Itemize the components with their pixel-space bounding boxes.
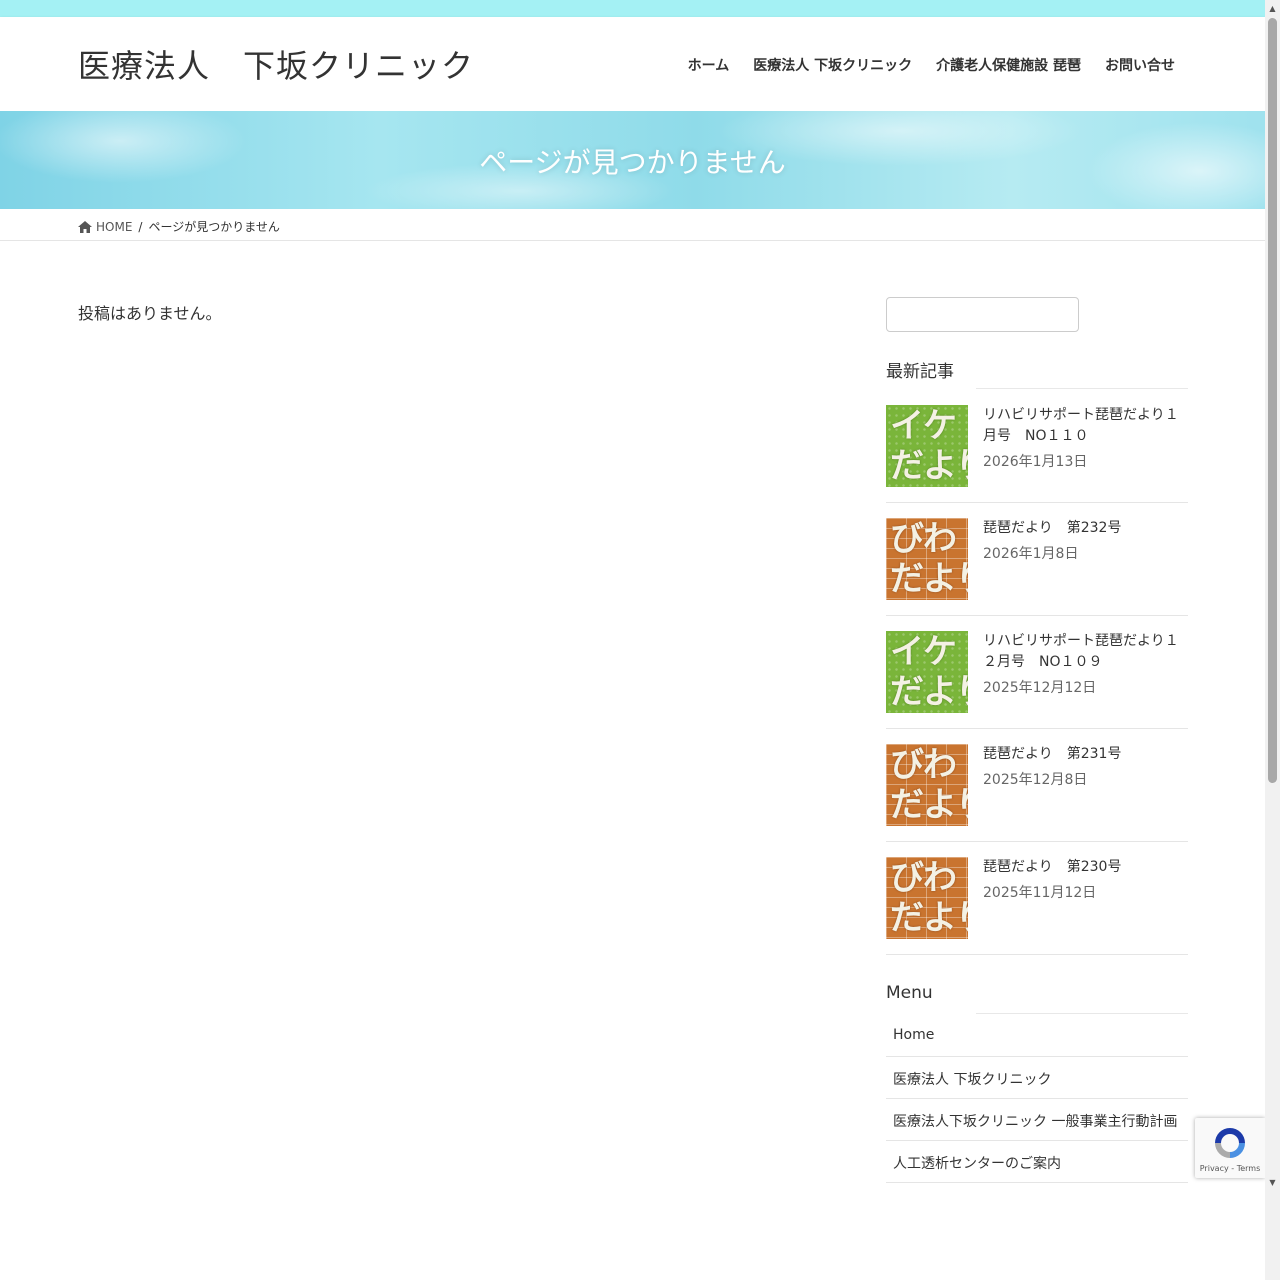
recent-post-item[interactable]: びわ だより 琵琶だより 第232号 2026年1月8日 xyxy=(886,502,1188,616)
recent-post-item[interactable]: イケ だより リハビリサポート琵琶だより１２月号 NO１０９ 2025年12月1… xyxy=(886,615,1188,729)
home-icon xyxy=(78,220,92,233)
post-title-link[interactable]: リハビリサポート琵琶だより１月号 NO１１０ xyxy=(983,405,1188,447)
scroll-up-arrow-icon[interactable]: ▲ xyxy=(1268,3,1277,15)
recent-post-item[interactable]: びわ だより 琵琶だより 第230号 2025年11月12日 xyxy=(886,841,1188,955)
post-title-link[interactable]: 琵琶だより 第232号 xyxy=(983,518,1188,539)
nav-item-contact[interactable]: お問い合せ xyxy=(1105,55,1175,75)
thumbnail-text: だより xyxy=(890,898,968,938)
post-thumbnail[interactable]: びわ だより xyxy=(886,857,968,939)
top-accent-bar xyxy=(0,0,1265,17)
recent-post-item[interactable]: イケ だより リハビリサポート琵琶だより１月号 NO１１０ 2026年1月13日 xyxy=(886,389,1188,503)
recent-posts-title: 最新記事 xyxy=(886,362,954,382)
post-thumbnail[interactable]: イケ だより xyxy=(886,405,968,487)
sidebar-menu-item-action-plan[interactable]: 医療法人下坂クリニック 一般事業主行動計画 xyxy=(886,1098,1188,1141)
page-scrollbar[interactable]: ▲ ▼ xyxy=(1265,0,1280,1280)
breadcrumb-home-link[interactable]: HOME xyxy=(78,220,132,234)
post-title-link[interactable]: リハビリサポート琵琶だより１２月号 NO１０９ xyxy=(983,631,1188,673)
site-title[interactable]: 医療法人 下坂クリニック xyxy=(78,41,474,87)
page-header-banner: ページが見つかりません xyxy=(0,111,1265,209)
site-header: 医療法人 下坂クリニック ホーム 医療法人 下坂クリニック 介護老人保健施設 琵… xyxy=(0,17,1265,111)
breadcrumb-current: ページが見つかりません xyxy=(148,220,280,234)
scrollbar-thumb[interactable] xyxy=(1268,18,1277,783)
post-thumbnail[interactable]: びわ だより xyxy=(886,518,968,600)
sidebar-search-input[interactable] xyxy=(886,297,1079,332)
thumbnail-text: イケ xyxy=(890,406,957,446)
recaptcha-icon xyxy=(1215,1128,1245,1158)
nav-item-home[interactable]: ホーム xyxy=(688,55,730,75)
sidebar-menu-item-home[interactable]: Home xyxy=(886,1014,1188,1057)
thumbnail-text: イケ xyxy=(890,632,957,672)
thumbnail-text: だより xyxy=(890,559,968,599)
breadcrumb: HOME / ページが見つかりません xyxy=(78,218,280,235)
no-posts-message: 投稿はありません。 xyxy=(78,304,222,323)
sidebar-menu-link[interactable]: 医療法人下坂クリニック 一般事業主行動計画 xyxy=(893,1111,1177,1131)
breadcrumb-separator: / xyxy=(138,219,143,234)
sidebar-menu-link[interactable]: Home xyxy=(893,1027,934,1043)
thumbnail-text: びわ xyxy=(890,745,957,785)
sidebar-menu-item-clinic[interactable]: 医療法人 下坂クリニック xyxy=(886,1056,1188,1099)
recent-post-item[interactable]: びわ だより 琵琶だより 第231号 2025年12月8日 xyxy=(886,728,1188,842)
sidebar-menu-link[interactable]: 人工透析センターのご案内 xyxy=(893,1153,1061,1173)
post-date: 2026年1月13日 xyxy=(983,454,1088,470)
post-title-link[interactable]: 琵琶だより 第230号 xyxy=(983,857,1188,878)
menu-widget-title: Menu xyxy=(886,983,933,1003)
sidebar-menu-item-dialysis[interactable]: 人工透析センターのご案内 xyxy=(886,1140,1188,1183)
breadcrumb-divider xyxy=(0,240,1265,241)
scroll-down-arrow-icon[interactable]: ▼ xyxy=(1268,1177,1277,1189)
post-thumbnail[interactable]: イケ だより xyxy=(886,631,968,713)
sidebar-menu-link[interactable]: 医療法人 下坂クリニック xyxy=(893,1069,1051,1089)
recaptcha-badge[interactable]: Privacy - Terms xyxy=(1195,1118,1265,1178)
thumbnail-text: だより xyxy=(890,672,968,712)
thumbnail-text: だより xyxy=(890,785,968,825)
post-date: 2025年11月12日 xyxy=(983,885,1097,901)
post-date: 2026年1月8日 xyxy=(983,546,1079,562)
post-thumbnail[interactable]: びわ だより xyxy=(886,744,968,826)
thumbnail-text: だより xyxy=(890,446,968,486)
thumbnail-text: びわ xyxy=(890,858,957,898)
thumbnail-text: びわ xyxy=(890,519,957,559)
nav-item-clinic[interactable]: 医療法人 下坂クリニック xyxy=(753,55,912,75)
post-date: 2025年12月8日 xyxy=(983,772,1088,788)
nav-item-care-facility[interactable]: 介護老人保健施設 琵琶 xyxy=(936,55,1081,75)
recaptcha-privacy-terms[interactable]: Privacy - Terms xyxy=(1195,1164,1265,1173)
global-nav: ホーム 医療法人 下坂クリニック 介護老人保健施設 琵琶 お問い合せ xyxy=(688,55,1175,75)
post-date: 2025年12月12日 xyxy=(983,680,1097,696)
page-title: ページが見つかりません xyxy=(479,146,786,179)
post-title-link[interactable]: 琵琶だより 第231号 xyxy=(983,744,1188,765)
breadcrumb-home-label: HOME xyxy=(96,219,133,234)
